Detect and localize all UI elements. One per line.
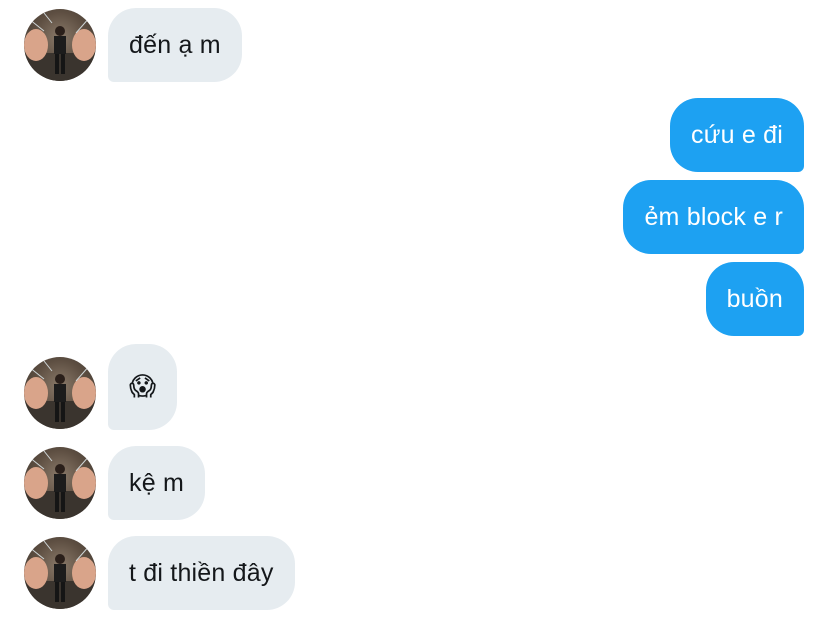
message-text: đến ạ m <box>129 30 221 59</box>
message-bubble-incoming[interactable]: t đi thiền đây <box>108 536 295 610</box>
message-text: t đi thiền đây <box>129 558 274 587</box>
user-avatar-image <box>24 360 96 429</box>
message-bubble-outgoing[interactable]: buồn <box>705 262 804 336</box>
message-bubble-incoming[interactable]: kệ m <box>108 446 205 520</box>
message-bubble-incoming[interactable]: đến ạ m <box>108 8 242 82</box>
message-bubble-incoming[interactable]: 😱 <box>108 344 178 430</box>
avatar[interactable] <box>24 447 96 519</box>
message-bubble-outgoing[interactable]: ẻm block e r <box>623 180 804 254</box>
message-text: cứu e đi <box>691 120 783 149</box>
message-text: buồn <box>726 284 783 313</box>
message-emoji: 😱 <box>129 372 157 402</box>
user-avatar-image <box>24 540 96 609</box>
user-avatar-image <box>24 12 96 81</box>
message-text: kệ m <box>129 468 184 497</box>
user-avatar-image <box>24 450 96 519</box>
message-text: ẻm block e r <box>644 202 783 231</box>
avatar[interactable] <box>24 357 96 429</box>
avatar[interactable] <box>24 537 96 609</box>
message-bubble-outgoing[interactable]: cứu e đi <box>670 98 804 172</box>
avatar[interactable] <box>24 9 96 81</box>
